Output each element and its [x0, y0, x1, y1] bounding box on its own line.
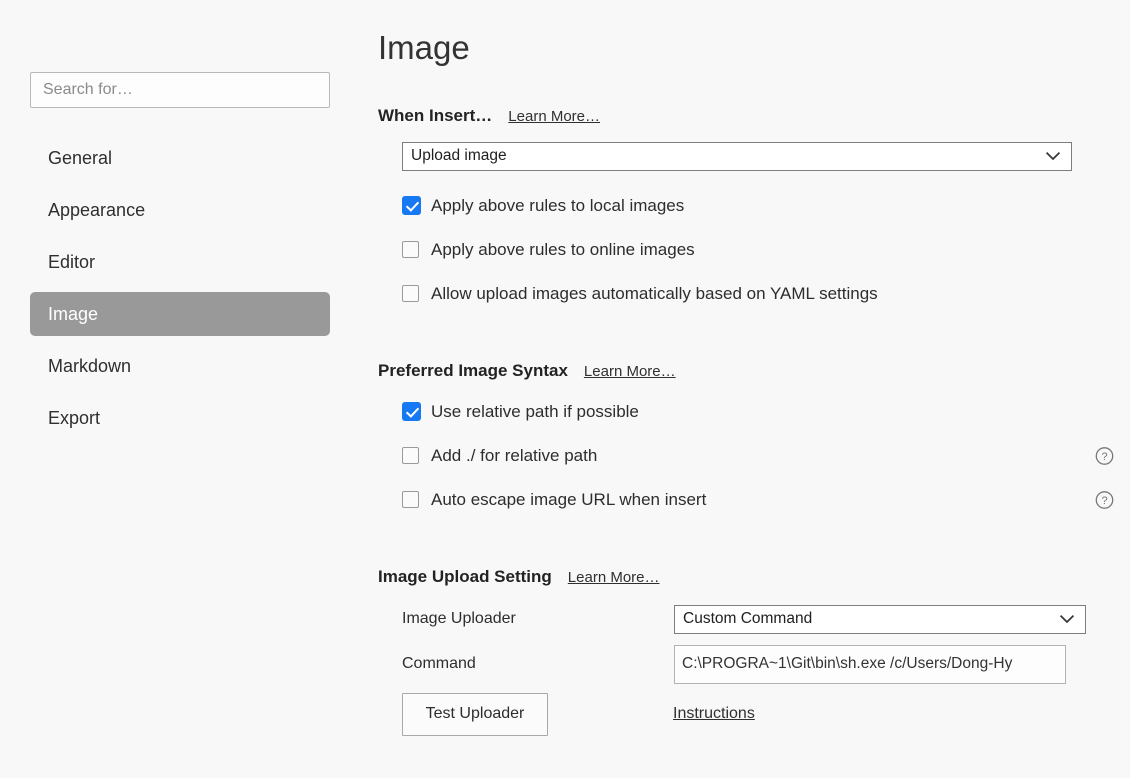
- section-preferred-image-syntax: Preferred Image Syntax Learn More… Use r…: [378, 361, 1114, 515]
- insert-action-value: Upload image: [411, 147, 507, 165]
- checkbox-label: Apply above rules to local images: [431, 195, 685, 215]
- sidebar-item-image[interactable]: Image: [30, 292, 330, 336]
- section-header: Preferred Image Syntax Learn More…: [378, 361, 1110, 381]
- sidebar-nav: General Appearance Editor Image Markdown…: [30, 136, 330, 440]
- checkbox-yaml-auto-upload[interactable]: [402, 285, 419, 303]
- section-when-insert: When Insert… Learn More… Upload image Ap…: [378, 106, 1110, 309]
- image-uploader-dropdown[interactable]: Custom Command: [674, 604, 1086, 634]
- search-input[interactable]: [30, 72, 330, 108]
- section-title: Preferred Image Syntax: [378, 360, 568, 380]
- checkbox-label: Apply above rules to online images: [431, 239, 695, 259]
- sidebar-item-label: Editor: [48, 252, 96, 272]
- sidebar-item-general[interactable]: General: [30, 136, 330, 180]
- command-label: Command: [402, 655, 476, 673]
- checkbox-row-auto-escape-url[interactable]: Auto escape image URL when insert ?: [378, 485, 1114, 515]
- sidebar-item-export[interactable]: Export: [30, 396, 330, 440]
- insert-action-dropdown-wrap: Upload image: [402, 141, 1110, 171]
- sidebar-item-markdown[interactable]: Markdown: [30, 344, 330, 388]
- checkbox-local-images[interactable]: [402, 196, 421, 216]
- sidebar-item-label: Markdown: [48, 356, 132, 376]
- sidebar-item-label: General: [48, 148, 113, 168]
- checkbox-auto-escape-url[interactable]: [402, 491, 419, 509]
- form-row-command: Command: [402, 644, 1110, 684]
- svg-text:?: ?: [1101, 495, 1107, 507]
- checkbox-label: Auto escape image URL when insert: [431, 489, 707, 509]
- insert-action-dropdown[interactable]: Upload image: [402, 141, 1072, 171]
- help-circle-icon[interactable]: ?: [1095, 490, 1114, 509]
- checkbox-label: Use relative path if possible: [431, 401, 639, 421]
- checkbox-dot-slash[interactable]: [402, 447, 419, 465]
- svg-text:?: ?: [1101, 451, 1107, 463]
- checkbox-relative-path[interactable]: [402, 402, 421, 422]
- instructions-link[interactable]: Instructions: [673, 705, 755, 723]
- page-title: Image: [378, 29, 470, 66]
- upload-actions-row: Test Uploader Instructions: [402, 692, 1110, 736]
- section-title: When Insert…: [378, 105, 493, 125]
- checkbox-label: Allow upload images automatically based …: [431, 283, 878, 303]
- main-content: Image When Insert… Learn More… Upload im…: [360, 0, 1130, 778]
- checkbox-row-local-images[interactable]: Apply above rules to local images: [378, 191, 1110, 221]
- checkbox-row-relative-path[interactable]: Use relative path if possible: [378, 397, 1110, 427]
- section-header: When Insert… Learn More…: [378, 106, 1110, 126]
- learn-more-link[interactable]: Learn More…: [508, 108, 600, 125]
- sidebar-item-appearance[interactable]: Appearance: [30, 188, 330, 232]
- checkbox-row-dot-slash[interactable]: Add ./ for relative path ?: [378, 441, 1114, 471]
- sidebar-item-label: Appearance: [48, 200, 146, 220]
- section-header: Image Upload Setting Learn More…: [378, 567, 1110, 587]
- settings-window: General Appearance Editor Image Markdown…: [0, 0, 1130, 778]
- help-circle-icon[interactable]: ?: [1095, 446, 1114, 465]
- checkbox-label: Add ./ for relative path: [431, 445, 598, 465]
- chevron-down-icon: [1046, 151, 1060, 161]
- form-row-image-uploader: Image Uploader Custom Command: [402, 603, 1110, 636]
- chevron-down-icon: [1060, 614, 1074, 624]
- learn-more-link[interactable]: Learn More…: [584, 363, 676, 380]
- image-uploader-label: Image Uploader: [402, 610, 516, 628]
- test-uploader-button[interactable]: Test Uploader: [402, 692, 548, 736]
- checkbox-online-images[interactable]: [402, 241, 419, 259]
- sidebar-item-label: Export: [48, 408, 101, 428]
- sidebar-item-label: Image: [48, 304, 99, 324]
- sidebar: General Appearance Editor Image Markdown…: [0, 0, 360, 778]
- command-input[interactable]: [674, 644, 1066, 684]
- image-uploader-value: Custom Command: [683, 610, 813, 628]
- sidebar-item-editor[interactable]: Editor: [30, 240, 330, 284]
- section-title: Image Upload Setting: [378, 566, 552, 586]
- checkbox-row-yaml-auto-upload[interactable]: Allow upload images automatically based …: [378, 279, 1110, 309]
- checkbox-row-online-images[interactable]: Apply above rules to online images: [378, 235, 1110, 265]
- section-image-upload-setting: Image Upload Setting Learn More… Image U…: [378, 567, 1110, 736]
- learn-more-link[interactable]: Learn More…: [568, 569, 660, 586]
